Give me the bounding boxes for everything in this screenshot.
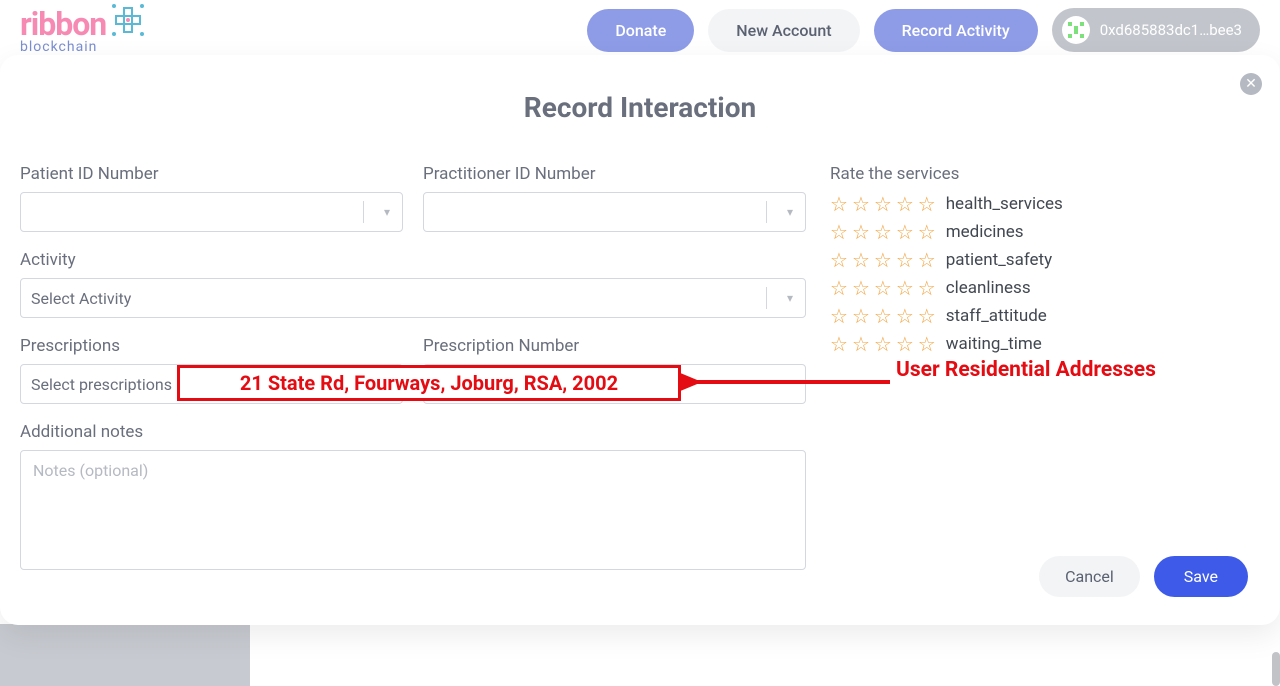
star-icon[interactable]: ☆ [918, 248, 936, 272]
logo-plus-icon [108, 0, 148, 40]
star-icon[interactable]: ☆ [896, 332, 914, 356]
rating-label: health_services [946, 194, 1063, 214]
rate-label: Rate the services [830, 164, 1260, 184]
star-icon[interactable]: ☆ [852, 304, 870, 328]
patient-id-label: Patient ID Number [20, 164, 403, 184]
star-icon[interactable]: ☆ [852, 332, 870, 356]
donate-button[interactable]: Donate [587, 9, 694, 52]
chevron-down-icon: ▾ [787, 205, 793, 219]
rating-row-health_services: ☆☆☆☆☆health_services [830, 192, 1260, 216]
star-icon[interactable]: ☆ [874, 192, 892, 216]
star-icon[interactable]: ☆ [918, 332, 936, 356]
sidebar-strip [0, 624, 250, 686]
rating-row-staff_attitude: ☆☆☆☆☆staff_attitude [830, 304, 1260, 328]
chevron-down-icon: ▾ [384, 205, 390, 219]
star-icon[interactable]: ☆ [896, 220, 914, 244]
logo-area: ribbon blockchain [20, 5, 148, 55]
star-icon[interactable]: ☆ [830, 276, 848, 300]
star-icon[interactable]: ☆ [896, 192, 914, 216]
logo-subtext: blockchain [20, 39, 106, 55]
record-interaction-modal: ✕ Record Interaction Patient ID Number ▾… [0, 55, 1280, 625]
practitioner-id-label: Practitioner ID Number [423, 164, 806, 184]
star-icon[interactable]: ☆ [896, 304, 914, 328]
rating-label: patient_safety [946, 250, 1052, 270]
annotation-address-box: 21 State Rd, Fourways, Joburg, RSA, 2002 [177, 365, 681, 401]
rating-row-medicines: ☆☆☆☆☆medicines [830, 220, 1260, 244]
star-icon[interactable]: ☆ [918, 192, 936, 216]
star-icon[interactable]: ☆ [852, 192, 870, 216]
prescription-number-label: Prescription Number [423, 336, 806, 356]
star-icon[interactable]: ☆ [918, 304, 936, 328]
notes-textarea[interactable] [20, 450, 806, 570]
logo-text: ribbon [20, 5, 106, 43]
annotation-arrow-icon [680, 368, 896, 396]
star-icon[interactable]: ☆ [852, 248, 870, 272]
scrollbar-vertical[interactable] [1272, 652, 1280, 686]
star-icon[interactable]: ☆ [830, 332, 848, 356]
new-account-button[interactable]: New Account [708, 9, 859, 52]
star-icon[interactable]: ☆ [918, 276, 936, 300]
rating-label: medicines [946, 222, 1024, 242]
record-activity-button[interactable]: Record Activity [874, 9, 1038, 52]
modal-footer: Cancel Save [1039, 556, 1248, 597]
star-icon[interactable]: ☆ [830, 220, 848, 244]
practitioner-id-select[interactable]: ▾ [423, 192, 806, 232]
activity-value: Select Activity [31, 289, 131, 308]
star-icon[interactable]: ☆ [896, 248, 914, 272]
star-icon[interactable]: ☆ [874, 248, 892, 272]
save-button[interactable]: Save [1154, 556, 1248, 597]
star-icon[interactable]: ☆ [874, 220, 892, 244]
star-icon[interactable]: ☆ [874, 276, 892, 300]
notes-label: Additional notes [20, 422, 806, 442]
prescriptions-label: Prescriptions [20, 336, 403, 356]
star-icon[interactable]: ☆ [874, 304, 892, 328]
activity-select[interactable]: Select Activity ▾ [20, 278, 806, 318]
star-icon[interactable]: ☆ [830, 304, 848, 328]
wallet-pill[interactable]: 0xd685883dc1…bee3 [1052, 8, 1260, 52]
patient-id-select[interactable]: ▾ [20, 192, 403, 232]
annotation-label: User Residential Addresses [896, 358, 1156, 382]
star-icon[interactable]: ☆ [918, 220, 936, 244]
wallet-address: 0xd685883dc1…bee3 [1100, 21, 1242, 39]
annotation-address-text: 21 State Rd, Fourways, Joburg, RSA, 2002 [240, 371, 618, 395]
activity-label: Activity [20, 250, 806, 270]
nav-buttons: Donate New Account Record Activity 0xd68… [587, 8, 1260, 52]
close-icon: ✕ [1245, 76, 1257, 92]
cancel-button[interactable]: Cancel [1039, 556, 1140, 597]
rating-row-cleanliness: ☆☆☆☆☆cleanliness [830, 276, 1260, 300]
star-icon[interactable]: ☆ [852, 276, 870, 300]
rating-label: staff_attitude [946, 306, 1047, 326]
app-header: ribbon blockchain Donate New Account Rec… [0, 0, 1280, 60]
logo: ribbon blockchain [20, 5, 106, 55]
close-button[interactable]: ✕ [1240, 73, 1262, 95]
prescriptions-value: Select prescriptions [31, 375, 172, 394]
chevron-down-icon: ▾ [787, 291, 793, 305]
star-icon[interactable]: ☆ [830, 192, 848, 216]
rating-label: cleanliness [946, 278, 1031, 298]
star-icon[interactable]: ☆ [874, 332, 892, 356]
modal-title: Record Interaction [20, 91, 1260, 124]
star-icon[interactable]: ☆ [896, 276, 914, 300]
rating-row-patient_safety: ☆☆☆☆☆patient_safety [830, 248, 1260, 272]
star-icon[interactable]: ☆ [830, 248, 848, 272]
star-icon[interactable]: ☆ [852, 220, 870, 244]
rating-row-waiting_time: ☆☆☆☆☆waiting_time [830, 332, 1260, 356]
wallet-identicon-icon [1062, 16, 1090, 44]
rating-label: waiting_time [946, 334, 1042, 354]
